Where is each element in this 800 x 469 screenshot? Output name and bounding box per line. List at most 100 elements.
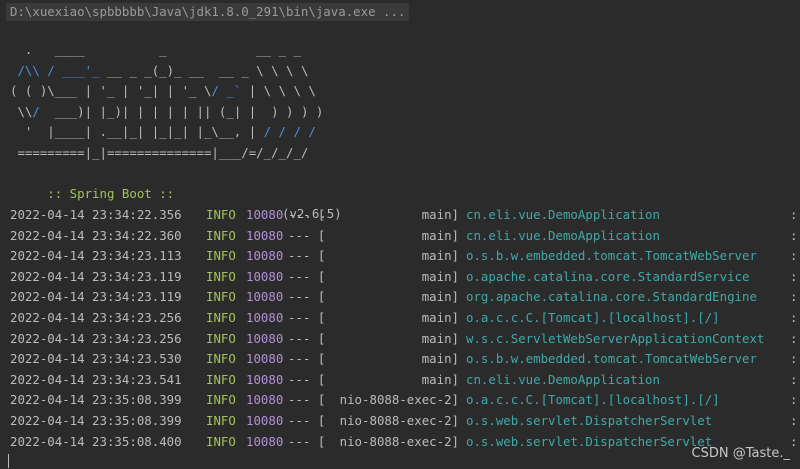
log-thread: main] [421,330,459,346]
banner-line-1: . ____ _ __ _ _ [10,42,301,57]
log-thread: main] [421,309,459,325]
log-level: INFO [206,309,236,325]
log-line: 2022-04-14 23:34:23.119 INFO 10080 --- [mai… [10,287,800,308]
log-timestamp: 2022-04-14 23:35:08.399 [10,412,182,428]
log-thread: main] [421,207,459,222]
log-colon: : [790,371,798,387]
log-line: 2022-04-14 23:35:08.399 INFO 10080 --- [nio… [10,390,800,411]
log-pid: 10080 [246,248,284,264]
log-separator: --- [ [288,309,326,325]
log-separator: --- [ [288,371,326,387]
log-colon: : [790,309,798,325]
text-cursor [8,454,9,468]
log-logger-link[interactable]: o.s.b.w.embedded.tomcat.TomcatWebServer [466,349,757,370]
log-output[interactable]: 2022-04-14 23:34:22.356 INFO 10080 --- [mai… [10,205,800,452]
log-line: 2022-04-14 23:34:23.113 INFO 10080 --- [ mai… [10,246,800,267]
log-logger-link[interactable]: cn.eli.vue.DemoApplication [466,205,660,226]
log-logger-link[interactable]: o.s.web.servlet.DispatcherServlet [466,432,712,453]
command-line: D:\xuexiao\spbbbbb\Java\jdk1.8.0_291\bin… [6,3,410,21]
log-line: 2022-04-14 23:34:23.119 INFO 10080 --- [ mai… [10,267,800,288]
log-separator: --- [ [288,227,326,243]
banner-line-2c: __ _ _(_)_ __ __ _ \ \ \ \ [99,62,309,78]
log-timestamp: 2022-04-14 23:35:08.399 [10,392,182,408]
log-timestamp: 2022-04-14 23:34:23.119 [10,268,182,284]
log-colon: : [790,351,798,367]
log-logger-link[interactable]: o.a.c.c.C.[Tomcat].[localhost].[/] [466,390,720,411]
log-separator: --- [ [288,392,326,408]
log-timestamp: 2022-04-14 23:34:22.360 [10,227,182,243]
banner-line-6: =========|_|==============|___/=/_/_/_/ [10,144,309,160]
log-thread: nio-8088-exec-2] [339,412,459,428]
log-colon: : [790,248,798,264]
log-logger-link[interactable]: o.a.c.c.C.[Tomcat].[localhost].[/] [466,308,720,329]
log-timestamp: 2022-04-14 23:34:23.119 [10,289,182,305]
log-line: 2022-04-14 23:34:23.530 INFO 10080 --- [mai… [10,349,800,370]
log-line: 2022-04-14 23:34:23.541 INFO 10080 --- [ mai… [10,370,800,391]
log-thread: main] [421,371,459,387]
log-separator: --- [ [288,330,326,346]
log-colon: : [790,392,798,408]
log-level: INFO [206,227,236,243]
banner-line-3: ( ( )\___ | '_ | '_| | '_ \ [10,83,212,98]
log-thread: main] [421,289,459,305]
log-level: INFO [206,351,236,367]
log-colon: : [790,412,798,428]
log-separator: --- [ [288,412,326,428]
log-separator: --- [ [288,248,326,264]
log-separator: --- [ [288,433,326,449]
log-level: INFO [206,289,236,305]
log-logger-link[interactable]: w.s.c.ServletWebServerApplicationContext [466,329,764,350]
log-thread: main] [421,268,459,284]
log-logger-link[interactable]: o.s.b.w.embedded.tomcat.TomcatWebServer [466,246,757,267]
banner-line-4c: ___)| |_)| | | | | || (_| | ) ) ) ) [39,103,324,119]
log-logger-link[interactable]: cn.eli.vue.DemoApplication [466,370,660,391]
log-colon: : [790,227,798,243]
log-timestamp: 2022-04-14 23:34:23.256 [10,330,182,346]
banner-line-4b: / [32,103,40,119]
banner-line-5b: / / / / [263,124,316,139]
banner-line-4a: \\ [10,103,33,119]
log-pid: 10080 [246,268,284,284]
log-timestamp: 2022-04-14 23:34:23.113 [10,248,182,264]
log-pid: 10080 [246,207,284,222]
log-timestamp: 2022-04-14 23:34:23.541 [10,371,182,387]
banner-line-2b: /\\ / ___'_ [17,62,100,78]
log-colon: : [790,268,798,284]
log-separator: --- [ [288,268,326,284]
log-pid: 10080 [246,371,284,387]
log-logger-link[interactable]: cn.eli.vue.DemoApplication [466,226,660,247]
log-level: INFO [206,207,236,222]
run-console[interactable]: D:\xuexiao\spbbbbb\Java\jdk1.8.0_291\bin… [0,0,800,469]
spring-banner: . ____ _ __ _ _ /\\ / ___'_ __ _ _(_)_ _… [10,40,323,163]
log-pid: 10080 [246,412,284,428]
log-pid: 10080 [246,309,284,325]
log-level: INFO [206,392,236,408]
csdn-watermark: CSDN @Taste._ [691,446,790,461]
log-logger-link[interactable]: o.apache.catalina.core.StandardService [466,267,749,288]
log-level: INFO [206,268,236,284]
log-level: INFO [206,248,236,264]
log-thread: main] [421,227,459,243]
log-level: INFO [206,330,236,346]
log-pid: 10080 [246,433,284,449]
log-logger-link[interactable]: o.s.web.servlet.DispatcherServlet [466,411,712,432]
log-thread: nio-8088-exec-2] [339,433,459,449]
log-pid: 10080 [246,330,284,346]
log-colon: : [790,330,798,346]
log-line: 2022-04-14 23:34:22.360 INFO 10080 --- [ mai… [10,226,800,247]
log-timestamp: 2022-04-14 23:35:08.400 [10,433,182,449]
log-line: 2022-04-14 23:34:23.256 INFO 10080 --- [ mai… [10,329,800,350]
log-level: INFO [206,371,236,387]
log-colon: : [790,433,798,449]
banner-line-3b: / _` [211,83,242,98]
log-level: INFO [206,433,236,449]
log-thread: main] [421,248,459,264]
log-line: 2022-04-14 23:34:22.356 INFO 10080 --- [mai… [10,205,800,226]
log-separator: --- [ [288,351,326,367]
log-separator: --- [ [288,289,326,305]
log-timestamp: 2022-04-14 23:34:23.530 [10,351,182,367]
log-colon: : [790,207,798,222]
log-logger-link[interactable]: org.apache.catalina.core.StandardEngine [466,287,757,308]
log-timestamp: 2022-04-14 23:34:22.356 [10,207,182,222]
log-pid: 10080 [246,227,284,243]
